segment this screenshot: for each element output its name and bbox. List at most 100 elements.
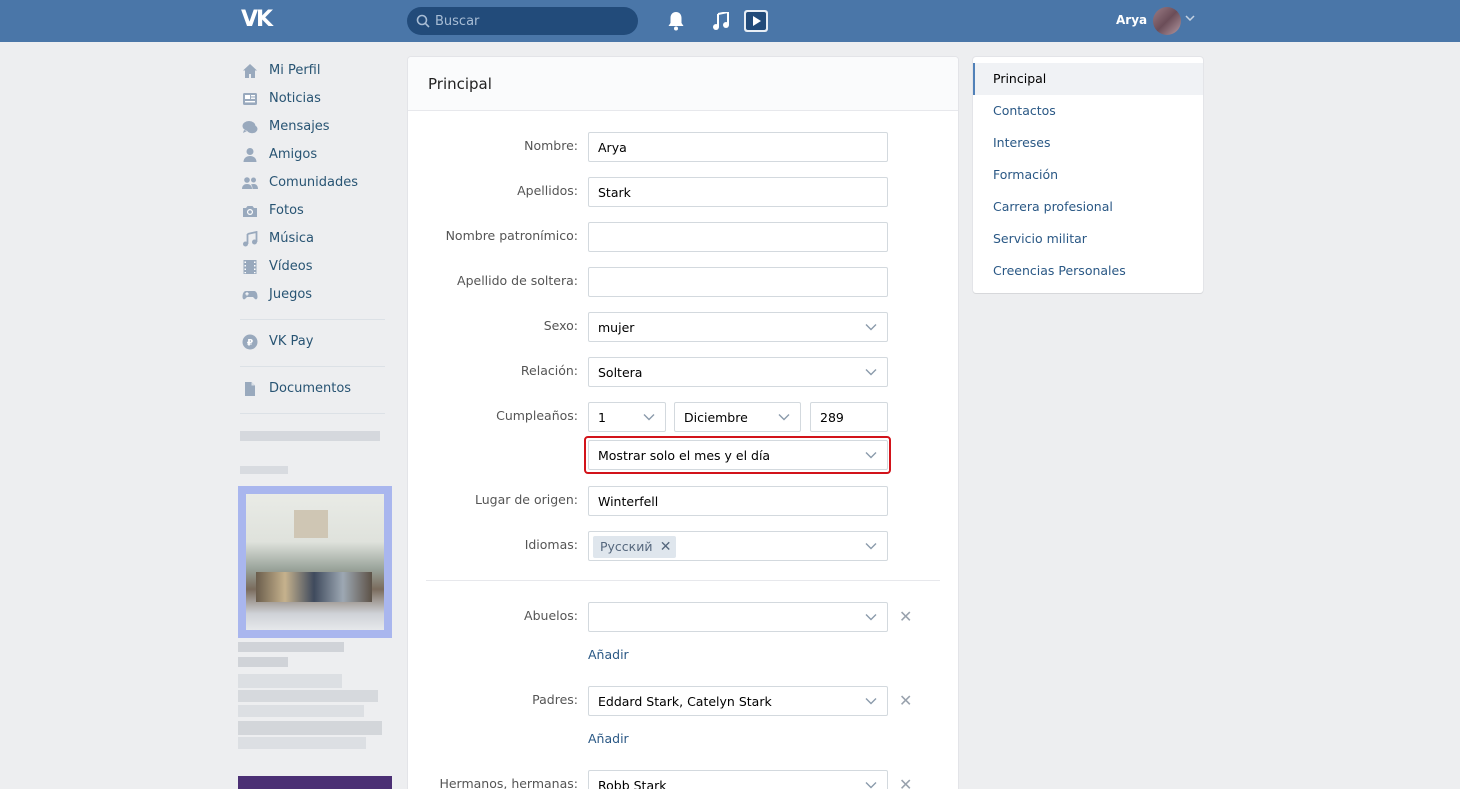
birth-month-value: Diciembre <box>684 410 748 425</box>
nav-divider <box>240 319 385 320</box>
menu-item-formacion[interactable]: Formación <box>973 159 1203 191</box>
menu-label: Formación <box>993 167 1059 182</box>
padres-label: Padres: <box>532 692 578 707</box>
nav-item-juegos[interactable]: Juegos <box>240 282 388 310</box>
menu-item-creencias[interactable]: Creencias Personales <box>973 255 1203 287</box>
nav-label: Amigos <box>269 147 318 162</box>
nav-label: Mi Perfil <box>269 63 321 78</box>
search-input[interactable] <box>435 7 630 35</box>
chevron-down-icon <box>643 414 655 421</box>
nav-label: Música <box>269 231 314 246</box>
hermanos-label: Hermanos, hermanas: <box>439 776 578 789</box>
sexo-select[interactable]: mujer <box>588 312 888 342</box>
remove-hermanos-icon[interactable]: ✕ <box>899 775 912 789</box>
soltera-label: Apellido de soltera: <box>457 273 578 288</box>
nombre-value: Arya <box>598 140 627 155</box>
nav-item-noticias[interactable]: Noticias <box>240 86 388 114</box>
apellido-soltera-field[interactable] <box>588 267 888 297</box>
remove-padres-icon[interactable]: ✕ <box>899 691 912 710</box>
nav-item-mi-perfil[interactable]: Mi Perfil <box>240 58 388 86</box>
menu-label: Servicio militar <box>993 231 1087 246</box>
nombre-field[interactable]: Arya <box>588 132 888 162</box>
nav-label: Noticias <box>269 91 321 106</box>
sexo-value: mujer <box>598 320 635 335</box>
apellidos-label: Apellidos: <box>517 183 578 198</box>
document-icon <box>245 382 255 396</box>
page-title: Principal <box>428 75 492 93</box>
language-tag: Русский ✕ <box>593 536 677 558</box>
origen-value: Winterfell <box>598 494 659 509</box>
nav-label: Juegos <box>269 287 313 302</box>
section-divider <box>426 580 940 581</box>
search-box[interactable] <box>407 7 638 35</box>
relacion-select[interactable]: Soltera <box>588 357 888 387</box>
highlight-box <box>584 436 891 474</box>
hermanos-select[interactable]: Robb Stark <box>588 770 888 789</box>
nav-item-mensajes[interactable]: Mensajes <box>240 114 388 142</box>
chevron-down-icon <box>865 782 877 789</box>
menu-label: Carrera profesional <box>993 199 1113 214</box>
video-play-icon[interactable] <box>744 10 768 32</box>
add-abuelos-link[interactable]: Añadir <box>588 647 629 662</box>
nav-item-musica[interactable]: Música <box>240 226 388 254</box>
messages-icon <box>242 121 258 134</box>
padres-select[interactable]: Eddard Stark, Catelyn Stark <box>588 686 888 716</box>
relacion-label: Relación: <box>520 363 578 378</box>
birth-month-select[interactable]: Diciembre <box>674 402 801 432</box>
chevron-down-icon <box>865 324 877 331</box>
origen-field[interactable]: Winterfell <box>588 486 888 516</box>
nav-divider <box>240 413 385 414</box>
birth-day-value: 1 <box>598 410 606 425</box>
chevron-down-icon[interactable] <box>1185 15 1195 21</box>
nav-item-videos[interactable]: Vídeos <box>240 254 388 282</box>
nav-item-comunidades[interactable]: Comunidades <box>240 170 388 198</box>
language-tag-label: Русский <box>600 539 653 554</box>
user-name[interactable]: Arya <box>1116 13 1147 27</box>
origen-label: Lugar de origen: <box>475 492 578 507</box>
apellidos-value: Stark <box>598 185 631 200</box>
nombre-label: Nombre: <box>524 138 578 153</box>
birth-year-field[interactable]: 289 <box>810 402 888 432</box>
idiomas-select[interactable]: Русский ✕ <box>588 531 888 561</box>
nav-item-documentos[interactable]: Documentos <box>240 376 388 404</box>
nav-item-amigos[interactable]: Amigos <box>240 142 388 170</box>
news-icon <box>243 93 257 105</box>
patronimico-field[interactable] <box>588 222 888 252</box>
friend-icon <box>243 148 257 162</box>
top-header: VK Arya <box>0 0 1460 42</box>
birth-day-select[interactable]: 1 <box>588 402 666 432</box>
settings-section-menu: Principal Contactos Intereses Formación … <box>973 57 1203 293</box>
cumple-label: Cumpleaños: <box>496 408 578 423</box>
vk-logo[interactable]: VK <box>241 9 277 31</box>
left-navigation: Mi Perfil Noticias Mensajes Amigos Comun… <box>240 58 388 423</box>
bell-icon[interactable] <box>667 11 685 31</box>
nav-label: Mensajes <box>269 119 330 134</box>
padres-value: Eddard Stark, Catelyn Stark <box>598 694 772 709</box>
abuelos-label: Abuelos: <box>524 608 578 623</box>
remove-tag-icon[interactable]: ✕ <box>660 536 672 558</box>
menu-label: Intereses <box>993 135 1051 150</box>
menu-label: Principal <box>993 71 1047 86</box>
add-padres-link[interactable]: Añadir <box>588 731 629 746</box>
menu-item-servicio-militar[interactable]: Servicio militar <box>973 223 1203 255</box>
nav-divider <box>240 366 385 367</box>
menu-item-principal[interactable]: Principal <box>973 63 1203 95</box>
chevron-down-icon <box>865 369 877 376</box>
avatar[interactable] <box>1153 7 1181 35</box>
chevron-down-icon <box>865 698 877 705</box>
remove-abuelos-icon[interactable]: ✕ <box>899 607 912 626</box>
nav-item-vk-pay[interactable]: ₽ VK Pay <box>240 329 388 357</box>
hermanos-value: Robb Stark <box>598 778 667 789</box>
menu-item-intereses[interactable]: Intereses <box>973 127 1203 159</box>
abuelos-select[interactable] <box>588 602 888 632</box>
patronimico-label: Nombre patronímico: <box>445 228 578 243</box>
nav-label: Vídeos <box>269 259 313 274</box>
menu-item-carrera[interactable]: Carrera profesional <box>973 191 1203 223</box>
nav-item-fotos[interactable]: Fotos <box>240 198 388 226</box>
camera-icon <box>243 206 257 217</box>
menu-item-contactos[interactable]: Contactos <box>973 95 1203 127</box>
chevron-down-icon <box>865 543 877 550</box>
idiomas-label: Idiomas: <box>524 537 578 552</box>
apellidos-field[interactable]: Stark <box>588 177 888 207</box>
music-icon[interactable] <box>712 12 730 31</box>
